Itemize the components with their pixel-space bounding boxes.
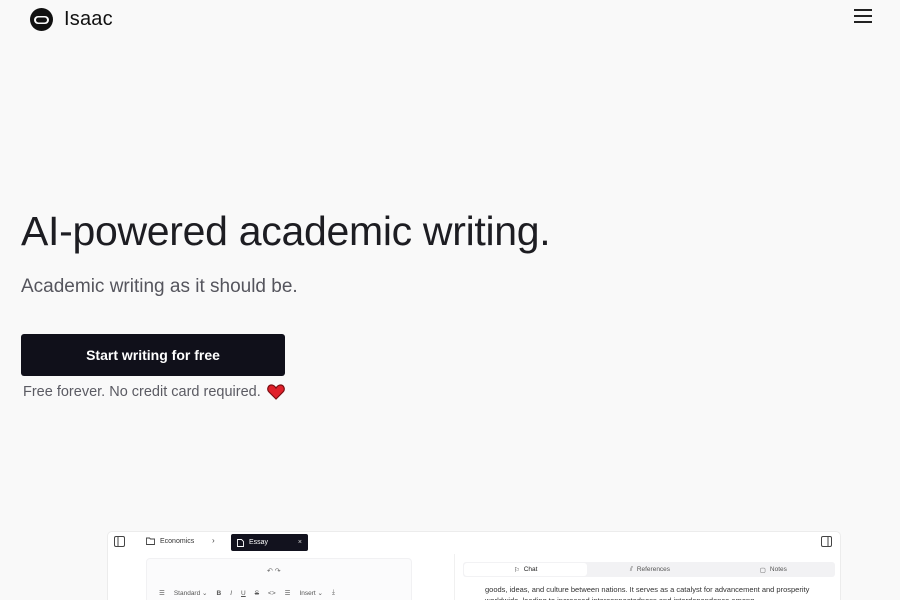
insert-select-label: Insert (299, 590, 316, 597)
tab-references[interactable]: ⫽ References (588, 562, 711, 577)
tab-essay[interactable]: Essay × (231, 534, 308, 551)
tab-notes-label: Notes (769, 566, 787, 573)
bold-icon[interactable]: B (216, 590, 221, 597)
code-icon[interactable]: <> (268, 590, 276, 597)
panel-tabs: ⚐ Chat ⫽ References ▢ Notes (463, 562, 835, 577)
app-preview: Economics › Essay × ↶ ↷ ☰ Standard ⌄ B I… (108, 532, 840, 600)
paragraph-icon[interactable]: ☰ (159, 589, 165, 597)
hamburger-menu-icon[interactable] (853, 7, 873, 25)
heart-icon (266, 384, 285, 400)
strikethrough-icon[interactable]: S (255, 590, 259, 597)
chat-icon: ⚐ (513, 566, 520, 574)
undo-redo-icons[interactable]: ↶ ↷ (267, 567, 281, 575)
download-icon[interactable]: ⤓ (332, 589, 335, 597)
italic-icon[interactable]: I (230, 590, 232, 597)
folder-label: Economics (160, 537, 195, 545)
sidebar-toggle-icon[interactable] (114, 536, 125, 547)
tab-notes[interactable]: ▢ Notes (712, 562, 835, 577)
start-writing-button[interactable]: Start writing for free (21, 334, 285, 376)
chat-message-text: goods, ideas, and culture between nation… (485, 585, 810, 600)
chevron-right-icon: › (212, 536, 215, 545)
notes-icon: ▢ (759, 566, 766, 574)
hero-subtitle: Academic writing as it should be. (21, 276, 298, 297)
tab-references-label: References (636, 566, 671, 573)
helmet-logo-icon (30, 8, 53, 31)
brand[interactable]: Isaac (29, 7, 113, 32)
panel-toggle-icon[interactable] (821, 536, 832, 547)
references-icon: ⫽ (629, 565, 633, 573)
tab-chat-label: Chat (523, 566, 538, 573)
cta-note-text: Free forever. No credit card required. (23, 384, 261, 400)
assistant-panel: ⚐ Chat ⫽ References ▢ Notes goods, ideas… (454, 554, 836, 600)
tab-label: Essay (249, 539, 269, 546)
editor-pane[interactable]: ↶ ↷ ☰ Standard ⌄ B I U S <> ☰ Insert ⌄ ⤓ (146, 558, 412, 600)
style-select-label: Standard (173, 590, 201, 597)
underline-icon[interactable]: U (241, 590, 246, 597)
style-select[interactable]: Standard ⌄ (174, 589, 208, 597)
tab-chat[interactable]: ⚐ Chat (464, 563, 588, 576)
document-icon (237, 538, 244, 547)
folder-icon (146, 537, 155, 545)
editor-toolbar: ☰ Standard ⌄ B I U S <> ☰ Insert ⌄ ⤓ (159, 589, 335, 597)
insert-select[interactable]: Insert ⌄ (299, 589, 323, 597)
folder-breadcrumb[interactable]: Economics (146, 537, 194, 545)
close-tab-icon[interactable]: × (298, 539, 302, 546)
hero-title: AI-powered academic writing. (21, 208, 551, 254)
brand-name: Isaac (64, 8, 113, 30)
cta-note: Free forever. No credit card required. (23, 384, 285, 400)
list-icon[interactable]: ☰ (285, 589, 291, 597)
